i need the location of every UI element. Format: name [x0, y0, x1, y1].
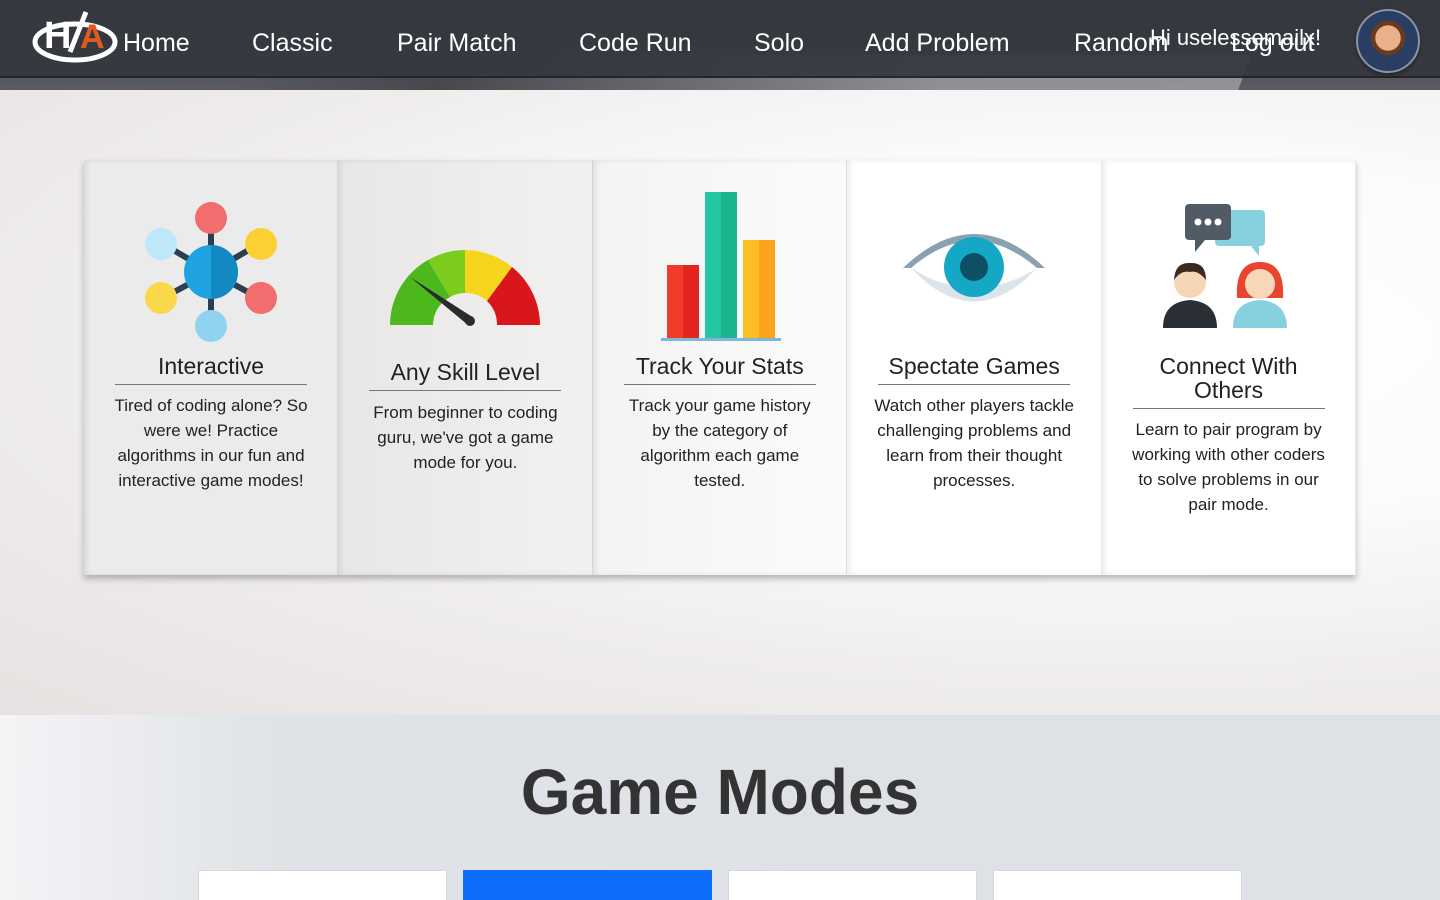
feature-card-connect: Connect With Others Learn to pair progra…: [1101, 160, 1356, 575]
feature-card-skill-level: Any Skill Level From beginner to coding …: [338, 160, 593, 575]
logo-icon[interactable]: H A: [32, 6, 118, 64]
svg-text:H: H: [44, 15, 71, 57]
mode-card[interactable]: [728, 870, 977, 900]
mode-card[interactable]: [993, 870, 1242, 900]
user-greeting: Hi uselessemailx!: [1150, 25, 1322, 50]
section-heading: Game Modes: [520, 756, 920, 828]
avatar[interactable]: [1356, 9, 1420, 73]
mode-card-active[interactable]: [463, 870, 712, 900]
feature-text: Track your game history by the category …: [628, 396, 811, 490]
feature-card-spectate: Spectate Games Watch other players tackl…: [847, 160, 1102, 575]
game-modes-section: Game Modes: [0, 715, 1440, 900]
feature-text: Learn to pair program by working with ot…: [1132, 420, 1325, 514]
nav-add-problem[interactable]: Add Problem: [865, 29, 1010, 58]
network-icon: [84, 202, 337, 342]
svg-text:A: A: [80, 18, 105, 56]
nav-pair-match[interactable]: Pair Match: [397, 29, 516, 58]
navbar: H A Home Classic Pair Match Code Run Sol…: [0, 0, 1440, 90]
feature-title: Spectate Games: [878, 354, 1071, 385]
bar-chart-icon: [593, 190, 846, 342]
feature-title: Connect With Others: [1132, 354, 1325, 409]
feature-text: Watch other players tackle challenging p…: [874, 396, 1075, 490]
nav-solo[interactable]: Solo: [754, 29, 804, 58]
feature-title: Track Your Stats: [623, 354, 816, 385]
eye-icon: [847, 220, 1100, 312]
feature-title: Interactive: [115, 354, 307, 385]
nav-home[interactable]: Home: [123, 29, 190, 58]
feature-text: Tired of coding alone? So were we! Pract…: [114, 396, 308, 490]
feature-text: From beginner to coding guru, we've got …: [373, 403, 558, 472]
nav-classic[interactable]: Classic: [252, 29, 333, 58]
gauge-icon: [338, 235, 591, 330]
nav-code-run[interactable]: Code Run: [579, 29, 692, 58]
feature-cards: Interactive Tired of coding alone? So we…: [84, 160, 1356, 575]
people-chat-icon: [1102, 202, 1355, 332]
feature-title: Any Skill Level: [369, 360, 562, 391]
feature-card-track-stats: Track Your Stats Track your game history…: [592, 160, 848, 575]
mode-card[interactable]: [198, 870, 447, 900]
feature-card-interactive: Interactive Tired of coding alone? So we…: [84, 160, 339, 575]
